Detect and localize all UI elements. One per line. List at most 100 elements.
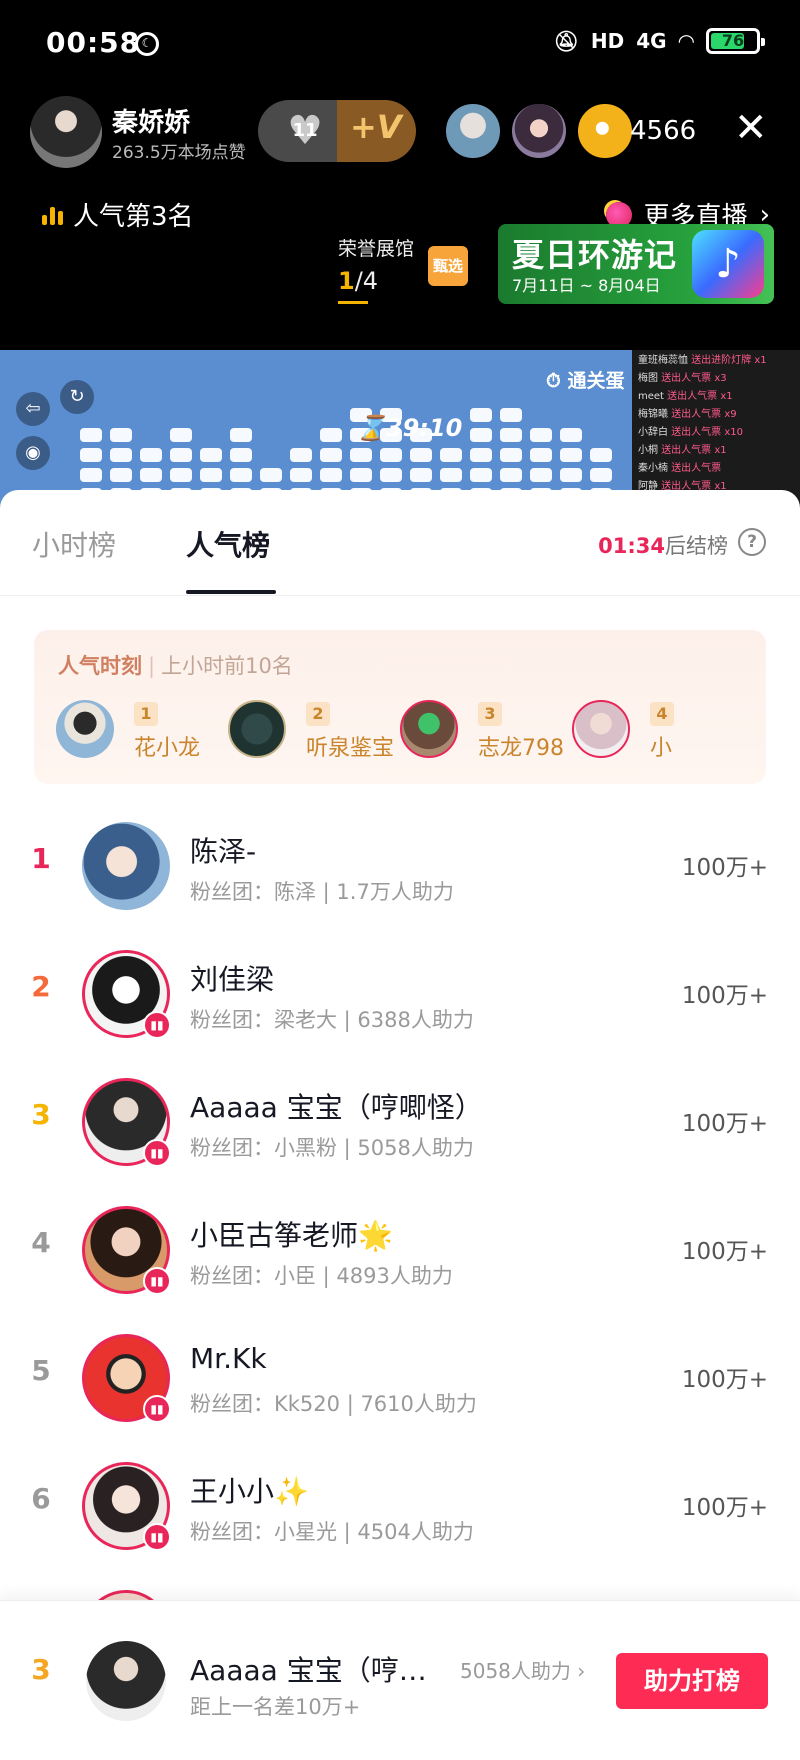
game-block	[320, 428, 342, 442]
boost-ranking-button[interactable]: 助力打榜	[616, 1653, 768, 1709]
avatar[interactable]	[82, 822, 170, 910]
tab-underline	[186, 590, 276, 594]
camera-icon[interactable]: ◉	[16, 436, 50, 470]
chat-user: 梅图	[638, 373, 662, 384]
tab-popular[interactable]: 人气榜	[186, 524, 270, 564]
viewer-avatar[interactable]	[510, 102, 568, 160]
ranking-row[interactable]: 3 ▮▮ Aaaaa 宝宝（哼唧怪） 粉丝团：小黑粉 | 5058人助力 100…	[0, 1056, 800, 1184]
avatar[interactable]: ▮▮	[82, 950, 171, 1039]
chat-text: 送出进阶灯牌 x1	[691, 355, 767, 366]
summer-event-banner[interactable]: 夏日环游记 7月11日 ~ 8月04日 ♪	[498, 224, 774, 304]
ranking-tabs: 小时榜 人气榜 01:34后结榜 ?	[0, 490, 800, 596]
game-block	[80, 428, 102, 442]
game-block	[380, 468, 402, 482]
battery-level: 76	[721, 31, 745, 50]
chat-user: 小辞白	[638, 427, 672, 438]
chat-line: 梅图 送出人气票 x3	[638, 370, 794, 388]
game-block	[200, 448, 222, 462]
live-indicator-icon: ▮▮	[143, 1139, 171, 1167]
live-indicator-icon: ▮▮	[143, 1395, 171, 1423]
host-name[interactable]: 秦娇娇	[112, 102, 190, 139]
close-button[interactable]: ✕	[734, 108, 768, 148]
game-block	[440, 448, 462, 462]
gap-to-previous: 距上一名差10万+	[190, 1695, 361, 1719]
streamer-name: 小臣古筝老师🌟	[190, 1219, 393, 1252]
popularity-score: 100万+	[681, 1111, 768, 1137]
ranking-row[interactable]: 6 ▮▮ 王小小✨ 粉丝团：小星光 | 4504人助力 100万+	[0, 1440, 800, 1568]
avatar[interactable]: ▮▮	[82, 1462, 171, 1551]
plus-v-icon: +V	[350, 108, 402, 146]
rank-number: 1	[31, 842, 51, 875]
mute-icon: 🔕︎	[553, 29, 579, 53]
avatar	[400, 700, 458, 758]
status-bar: 00:58 ☾ 🔕︎ HD 4G ◠ 76	[0, 0, 800, 88]
viewer-count[interactable]: 4566	[630, 116, 696, 146]
network-icon: 4G	[636, 29, 667, 53]
moment-rank: 3	[478, 702, 502, 726]
avatar	[572, 700, 630, 758]
game-block	[230, 448, 252, 462]
chat-line: meet 送出人气票 x1	[638, 388, 794, 406]
game-block	[80, 448, 102, 462]
game-timer: ⌛39:10	[356, 414, 463, 442]
gift-chat-log: 童班梅蕊恤 送出进阶灯牌 x1 梅图 送出人气票 x3 meet 送出人气票 x1 梅…	[632, 350, 800, 510]
honor-pager: 1/4	[338, 267, 428, 295]
moment-name: 花小龙	[134, 736, 201, 761]
avatar[interactable]: ▮▮	[82, 1078, 171, 1167]
streamer-name: Aaaaa 宝宝（哼唧怪）	[190, 1091, 483, 1124]
help-icon[interactable]: ?	[738, 528, 766, 556]
chat-user: meet	[638, 391, 668, 402]
game-block	[560, 468, 582, 482]
game-block	[110, 428, 132, 442]
refresh-icon[interactable]: ↻	[60, 380, 94, 414]
live-indicator-icon: ▮▮	[143, 1523, 171, 1551]
viewer-avatar[interactable]	[444, 102, 502, 160]
honor-gallery[interactable]: 荣誉展馆 1/4	[338, 234, 428, 304]
avatar[interactable]: ▮▮	[82, 1334, 171, 1423]
streamer-name: 刘佳梁	[190, 963, 275, 996]
ranking-row[interactable]: 4 ▮▮ 小臣古筝老师🌟 粉丝团：小臣 | 4893人助力 100万+	[0, 1184, 800, 1312]
popularity-rank[interactable]: 人气第3名	[42, 196, 194, 233]
gift-selection-icon[interactable]: 甄选	[428, 246, 468, 286]
ranking-row[interactable]: 5 ▮▮ Mr.Kk 粉丝团：Kk520 | 7610人助力 100万+	[0, 1312, 800, 1440]
game-block	[530, 448, 552, 462]
game-block	[530, 468, 552, 482]
moment-name: 小	[650, 736, 673, 761]
tab-hourly[interactable]: 小时榜	[32, 524, 116, 564]
game-block	[470, 468, 492, 482]
chat-text: 送出人气票 x9	[671, 409, 737, 420]
viewer-avatar[interactable]	[576, 102, 634, 160]
game-block	[260, 468, 282, 482]
chat-user: 童班梅蕊恤	[638, 355, 692, 366]
host-avatar[interactable]	[30, 96, 102, 168]
rank-bars-icon	[42, 205, 63, 225]
honor-page-total: /4	[354, 267, 379, 295]
fan-badge-button[interactable]: ♥ 11 +V	[258, 100, 416, 162]
support-count[interactable]: 5058人助力 ›	[460, 1655, 585, 1684]
ranking-row[interactable]: 2 ▮▮ 刘佳梁 粉丝团：梁老大 | 6388人助力 100万+	[0, 928, 800, 1056]
moment-title-text: 人气时刻	[58, 654, 142, 678]
honor-page-current: 1	[338, 267, 355, 295]
moment-title: 人气时刻 | 上小时前10名	[58, 650, 293, 680]
moment-rank: 4	[650, 702, 674, 726]
avatar[interactable]: ▮▮	[82, 1206, 171, 1295]
game-block	[110, 468, 132, 482]
clock: 00:58	[46, 26, 141, 59]
fan-club-info: 粉丝团：梁老大 | 6388人助力	[190, 1008, 474, 1032]
game-block	[140, 448, 162, 462]
game-block	[350, 448, 372, 462]
avatar[interactable]	[86, 1641, 166, 1721]
moment-rank: 2	[306, 702, 330, 726]
game-block	[230, 468, 252, 482]
back-icon[interactable]: ⇦	[16, 392, 50, 426]
host-likes: 263.5万本场点赞	[112, 143, 246, 163]
live-indicator-icon: ▮▮	[143, 1267, 171, 1295]
rank-text: 人气第3名	[73, 202, 194, 232]
game-block	[500, 428, 522, 442]
ranking-row[interactable]: 1 陈泽- 粉丝团：陈泽 | 1.7万人助力 100万+	[0, 800, 800, 928]
game-block	[500, 408, 522, 422]
chat-user: 秦小楠	[638, 463, 672, 474]
fan-club-info: 粉丝团：Kk520 | 7610人助力	[190, 1392, 477, 1416]
game-block	[110, 448, 132, 462]
game-block	[380, 448, 402, 462]
